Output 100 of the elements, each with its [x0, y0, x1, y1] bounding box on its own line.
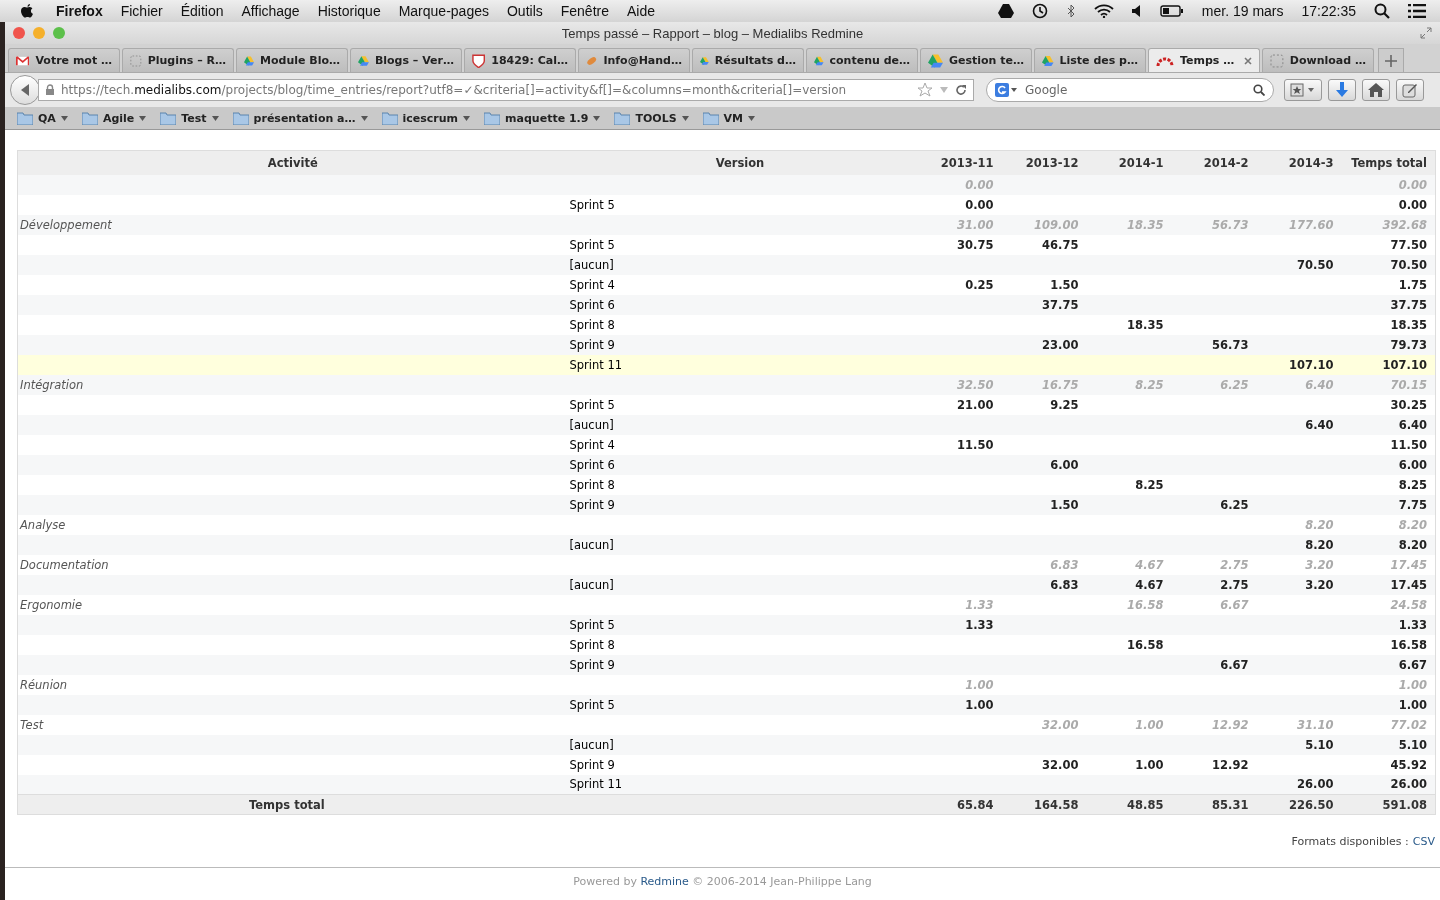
menu-item[interactable]: Affichage — [241, 3, 300, 19]
battery-icon[interactable] — [1159, 5, 1184, 17]
menu-item[interactable]: Marque-pages — [398, 3, 489, 19]
browser-tab[interactable]: Temps … — [1148, 48, 1260, 72]
list-icon[interactable] — [1408, 4, 1426, 18]
wifi-icon[interactable] — [1093, 4, 1114, 18]
total-cell: 65.84 — [912, 794, 998, 815]
lock-icon — [45, 84, 55, 96]
activity-cell: Test — [17, 714, 568, 735]
browser-tab[interactable]: Résultats d… — [692, 48, 804, 72]
column-header: 2013-11 — [912, 150, 998, 175]
fullscreen-icon[interactable] — [1420, 27, 1432, 39]
total-cell: 226.50 — [1252, 794, 1338, 815]
back-icon — [19, 83, 31, 97]
csv-link[interactable]: CSV — [1412, 835, 1435, 848]
home-button[interactable] — [1362, 79, 1390, 101]
formats-label: Formats disponibles : — [1291, 835, 1409, 848]
address-field[interactable]: https://tech.medialibs.com/projects/blog/time_entries/report?utf8=✓&criteria[]=activity&f[]=&columns=month&criteria[]=version — [38, 79, 974, 101]
caret-icon — [139, 115, 147, 121]
caret-icon — [748, 115, 756, 121]
close-icon[interactable] — [1244, 56, 1252, 65]
speaker-icon[interactable] — [1131, 5, 1142, 17]
folder-icon — [614, 111, 631, 125]
triangle-icon — [358, 53, 369, 68]
back-button[interactable] — [10, 75, 40, 105]
caret-icon — [211, 115, 219, 121]
browser-tab[interactable]: Votre mot … — [8, 48, 120, 72]
folder-icon — [381, 111, 398, 125]
browser-tab[interactable]: Gestion te… — [920, 48, 1032, 72]
menu-bar-clock[interactable]: 17:22:35 — [1301, 3, 1356, 19]
search-input[interactable]: Google — [1023, 82, 1249, 98]
column-header: Version — [567, 150, 913, 175]
bookmark-folder[interactable]: Test — [160, 111, 219, 125]
page-icon — [130, 53, 142, 68]
column-header: 2014-2 — [1167, 150, 1253, 175]
bookmark-folder[interactable]: maquette 1.9 — [484, 111, 601, 125]
edit-button[interactable] — [1396, 79, 1424, 101]
reload-icon[interactable] — [955, 84, 967, 96]
menu-item[interactable]: Outils — [506, 3, 543, 19]
menu-bar-date[interactable]: mer. 19 mars — [1201, 3, 1284, 19]
browser-tab[interactable]: Info@Hand… — [578, 48, 690, 72]
close-button[interactable] — [13, 27, 25, 39]
new-tab-button[interactable] — [1378, 48, 1404, 72]
menu-item[interactable]: Fichier — [120, 3, 163, 19]
caret-icon — [463, 115, 471, 121]
total-label: Temps total — [17, 794, 568, 815]
bookmark-folder[interactable]: Agile — [81, 111, 147, 125]
caret-icon — [360, 115, 368, 121]
folder-icon — [232, 111, 249, 125]
bookmark-folder[interactable]: icescrum — [381, 111, 471, 125]
mail-icon — [16, 54, 30, 67]
browser-tab[interactable]: contenu de… — [806, 48, 918, 72]
browser-tab[interactable]: Download … — [1262, 48, 1374, 72]
search-icon[interactable] — [1374, 3, 1390, 19]
folder-icon — [81, 111, 98, 125]
bookmark-folder[interactable]: VM — [702, 111, 756, 125]
apple-icon[interactable] — [20, 3, 34, 19]
bookmarks-button[interactable] — [1284, 79, 1322, 101]
bluetooth-icon[interactable] — [1065, 4, 1076, 18]
browser-tab[interactable]: Module Blo… — [236, 48, 348, 72]
browser-tab[interactable]: 18429: Cal… — [464, 48, 576, 72]
browser-tab[interactable]: Plugins – R… — [122, 48, 234, 72]
activity-cell: Intégration — [17, 374, 568, 395]
menu-item[interactable]: Édition — [180, 3, 224, 19]
browser-tab[interactable]: Blogs – Ver… — [350, 48, 462, 72]
menu-item[interactable]: Firefox — [56, 3, 103, 19]
activity-cell: Documentation — [17, 554, 568, 575]
edit-icon — [1402, 82, 1418, 98]
window-title: Temps passé – Rapport – blog – Medialibs Redmine — [560, 25, 865, 41]
bookmark-folder[interactable]: TOOLS — [614, 111, 689, 125]
plus-icon — [1385, 54, 1397, 67]
g-icon[interactable] — [995, 83, 1019, 97]
footer-text: Powered by Redmine © 2006-2014 Jean-Philippe Lang — [573, 875, 872, 888]
folder-icon — [17, 111, 33, 125]
menu-item[interactable]: Historique — [317, 3, 381, 19]
browser-tab[interactable]: Liste des p… — [1034, 48, 1146, 72]
star-icon — [1290, 83, 1316, 97]
redmine-link[interactable]: Redmine — [640, 875, 689, 888]
menu-item[interactable]: Fenêtre — [560, 3, 609, 19]
column-header: 2014-1 — [1082, 150, 1168, 175]
search-field[interactable]: Google — [986, 78, 1274, 102]
menu-item[interactable]: Aide — [627, 3, 656, 19]
download-button[interactable] — [1328, 79, 1356, 101]
total-cell: 164.58 — [997, 794, 1083, 815]
total-cell: 85.31 — [1167, 794, 1253, 815]
column-header: 2014-3 — [1252, 150, 1338, 175]
bookmark-folder[interactable]: présentation a… — [232, 111, 368, 125]
download-icon — [1335, 82, 1349, 98]
column-header: Activité — [17, 150, 568, 175]
search-icon[interactable] — [1253, 84, 1265, 96]
clock-icon[interactable] — [1031, 3, 1048, 19]
star-icon[interactable] — [917, 82, 933, 98]
folder-icon — [160, 111, 177, 125]
caret-icon — [60, 115, 68, 121]
activity-cell: Développement — [17, 214, 568, 235]
bookmark-folder[interactable]: QA — [17, 111, 68, 125]
total-cell: 591.08 — [1337, 794, 1436, 815]
activity-cell: Réunion — [17, 674, 568, 695]
column-header: Temps total — [1337, 150, 1436, 175]
page-icon — [1270, 53, 1284, 68]
